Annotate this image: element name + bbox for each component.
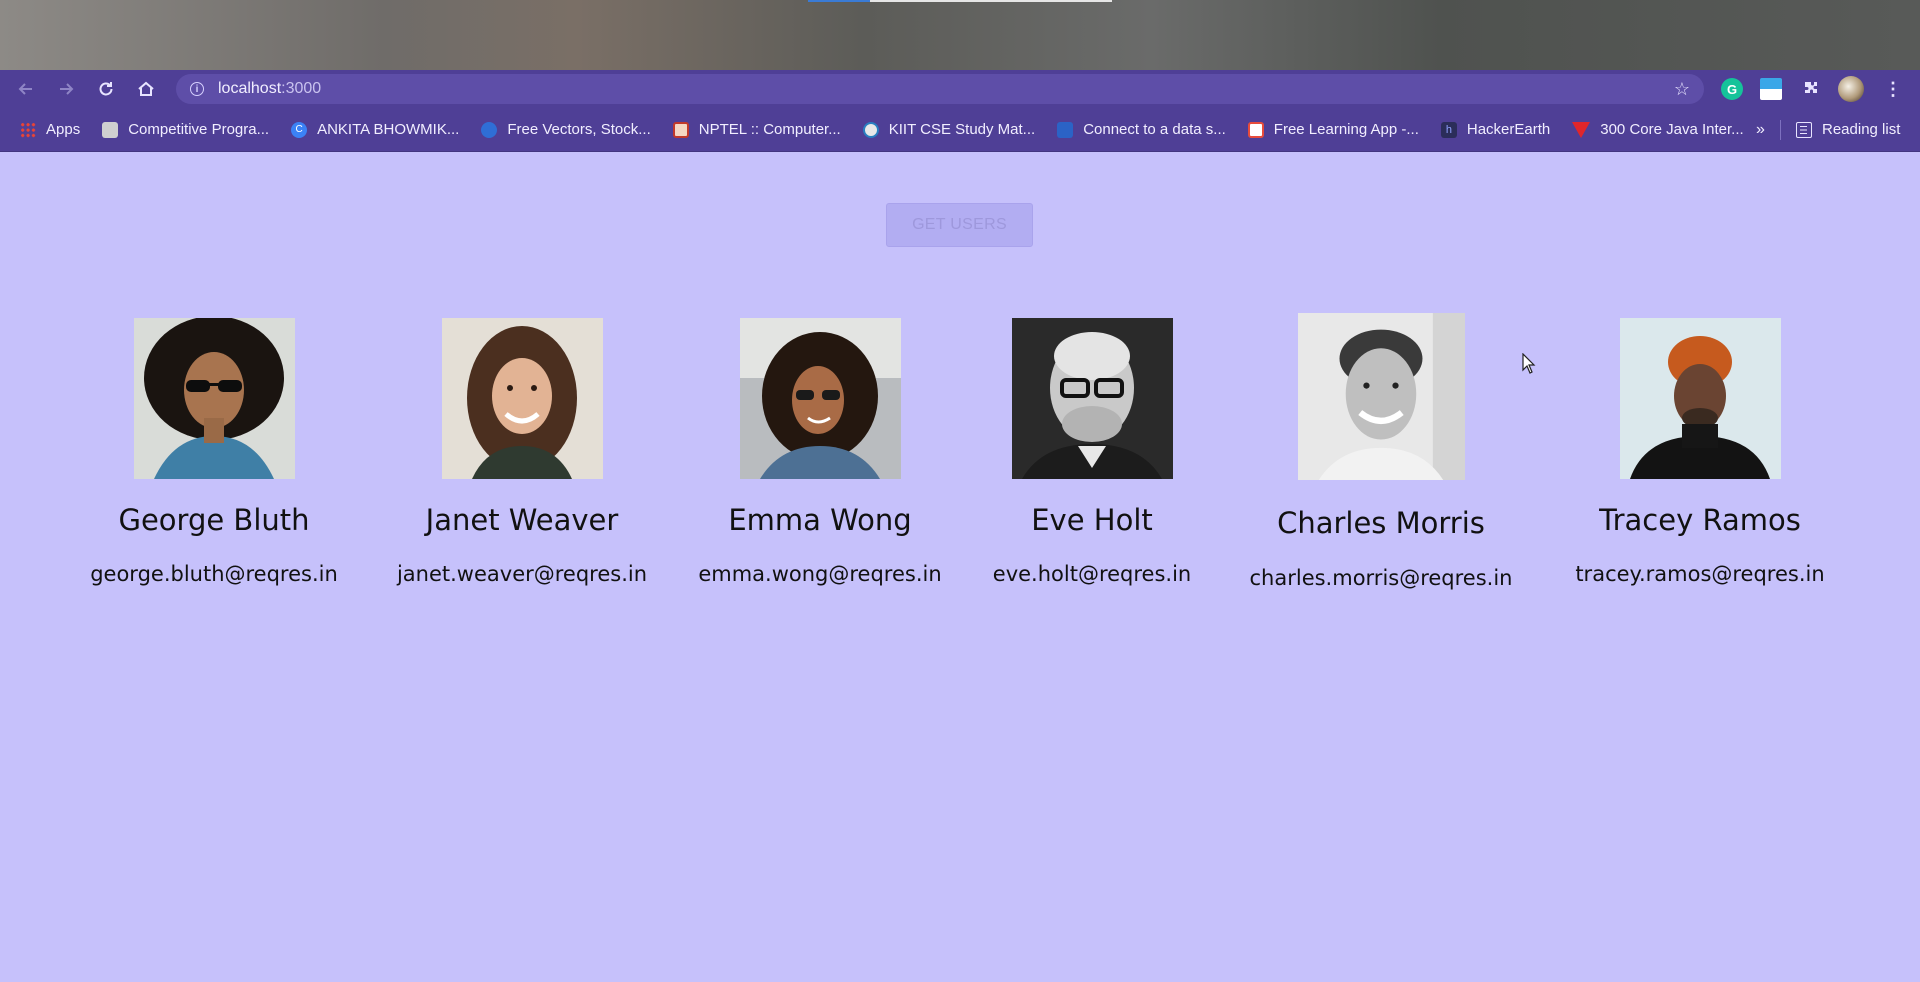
apps-grid-icon bbox=[20, 121, 36, 138]
user-photo-charles-morris bbox=[1298, 313, 1465, 480]
bookmark-label: Free Learning App -... bbox=[1273, 121, 1419, 138]
user-avatar bbox=[442, 318, 603, 479]
reading-list-icon bbox=[1796, 121, 1812, 138]
profile-avatar-icon[interactable] bbox=[1838, 76, 1864, 102]
user-email: tracey.ramos@reqres.in bbox=[1575, 562, 1825, 586]
trello-icon bbox=[102, 121, 119, 138]
bookmark-label: Connect to a data s... bbox=[1083, 121, 1226, 138]
reading-list-label: Reading list bbox=[1822, 121, 1901, 138]
java-icon bbox=[1572, 121, 1591, 138]
bookmark-connect-data-source[interactable]: Connect to a data s... bbox=[1057, 121, 1226, 138]
user-photo-george-bluth bbox=[134, 318, 295, 479]
url-port: :3000 bbox=[281, 80, 322, 97]
url-host: localhost bbox=[218, 80, 282, 97]
user-name: George Bluth bbox=[118, 503, 310, 537]
forward-arrow-icon[interactable] bbox=[46, 70, 86, 108]
screen-top-strip bbox=[0, 0, 1920, 70]
user-email: george.bluth@reqres.in bbox=[90, 562, 338, 586]
user-email: charles.morris@reqres.in bbox=[1249, 566, 1513, 590]
user-avatar bbox=[1298, 313, 1465, 480]
user-name: Emma Wong bbox=[728, 503, 912, 537]
bookmarks-bar: Apps Competitive Progra... C ANKITA BHOW… bbox=[0, 108, 1920, 152]
bookmark-label: HackerEarth bbox=[1466, 121, 1551, 138]
top-highlight-blue bbox=[808, 0, 870, 2]
bookmark-label: ANKITA BHOWMIK... bbox=[317, 121, 460, 138]
address-bar[interactable]: i localhost:3000 ☆ bbox=[176, 74, 1704, 104]
reading-list-button[interactable]: Reading list bbox=[1796, 121, 1900, 138]
hackerearth-icon: h bbox=[1440, 121, 1457, 138]
bookmark-label: Free Vectors, Stock... bbox=[507, 121, 651, 138]
bookmark-ankita-bhowmik[interactable]: C ANKITA BHOWMIK... bbox=[291, 121, 459, 138]
home-icon[interactable] bbox=[126, 70, 166, 108]
user-photo-janet-weaver bbox=[442, 318, 603, 479]
play-icon bbox=[1057, 121, 1074, 138]
grammarly-extension-icon[interactable]: G bbox=[1721, 78, 1743, 100]
bookmark-label: KIIT CSE Study Mat... bbox=[888, 121, 1036, 138]
bookmark-label: 300 Core Java Inter... bbox=[1600, 121, 1744, 138]
user-name: Janet Weaver bbox=[425, 503, 619, 537]
bookmark-kiit-cse[interactable]: KIIT CSE Study Mat... bbox=[862, 121, 1036, 138]
get-users-button[interactable]: GET USERS bbox=[886, 203, 1033, 247]
url-text: localhost:3000 bbox=[218, 80, 321, 98]
browser-menu-icon[interactable]: ⋮ bbox=[1882, 78, 1904, 100]
mouse-cursor-icon bbox=[1522, 353, 1536, 374]
user-name: Charles Morris bbox=[1277, 506, 1485, 540]
user-avatar bbox=[1620, 318, 1781, 479]
user-name: Eve Holt bbox=[1031, 503, 1153, 537]
bookmark-free-learning-app[interactable]: Free Learning App -... bbox=[1247, 121, 1419, 138]
bookmark-label: Apps bbox=[46, 121, 81, 138]
user-email: emma.wong@reqres.in bbox=[698, 562, 942, 586]
extensions-puzzle-icon[interactable] bbox=[1800, 78, 1822, 100]
bookmark-nptel[interactable]: NPTEL :: Computer... bbox=[672, 121, 841, 138]
user-photo-tracey-ramos bbox=[1620, 318, 1781, 479]
user-avatar bbox=[740, 318, 901, 479]
site-info-icon[interactable]: i bbox=[190, 82, 204, 96]
user-avatar bbox=[134, 318, 295, 479]
bookmark-competitive-programming[interactable]: Competitive Progra... bbox=[102, 121, 269, 138]
user-avatar bbox=[1012, 318, 1173, 479]
bookmarks-overflow-icon[interactable]: » bbox=[1756, 121, 1765, 139]
browser-toolbar: i localhost:3000 ☆ G ⋮ bbox=[0, 70, 1920, 108]
bookmark-label: Competitive Progra... bbox=[128, 121, 270, 138]
c-circle-icon: C bbox=[291, 121, 308, 138]
user-email: janet.weaver@reqres.in bbox=[396, 562, 648, 586]
user-photo-eve-holt bbox=[1012, 318, 1173, 479]
freepik-icon bbox=[481, 121, 498, 138]
bookmark-label: NPTEL :: Computer... bbox=[698, 121, 841, 138]
wordpress-icon bbox=[862, 121, 879, 138]
user-email: eve.holt@reqres.in bbox=[992, 562, 1192, 586]
top-highlight-white bbox=[870, 0, 1112, 2]
bookmarks-divider bbox=[1780, 120, 1781, 140]
back-arrow-icon[interactable] bbox=[6, 70, 46, 108]
bookmark-apps[interactable]: Apps bbox=[20, 121, 80, 138]
free-learning-icon bbox=[1247, 121, 1264, 138]
bookmark-core-java[interactable]: 300 Core Java Inter... bbox=[1572, 121, 1744, 138]
image-extension-icon[interactable] bbox=[1760, 78, 1782, 100]
bookmark-hackerearth[interactable]: h HackerEarth bbox=[1440, 121, 1551, 138]
bookmark-star-icon[interactable]: ☆ bbox=[1674, 79, 1690, 100]
user-name: Tracey Ramos bbox=[1599, 503, 1801, 537]
reload-icon[interactable] bbox=[86, 70, 126, 108]
user-photo-emma-wong bbox=[740, 318, 901, 479]
nptel-icon bbox=[672, 121, 689, 138]
bookmark-free-vectors[interactable]: Free Vectors, Stock... bbox=[481, 121, 651, 138]
